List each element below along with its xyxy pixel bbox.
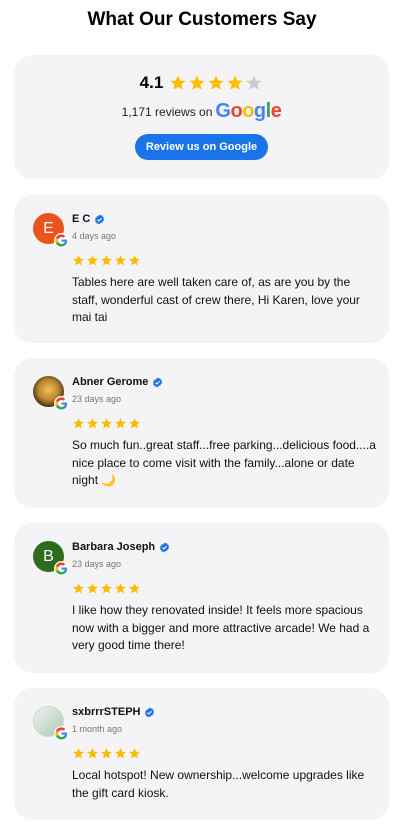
google-g-icon <box>54 561 69 576</box>
verified-badge-icon <box>95 213 105 225</box>
star-icon <box>73 255 84 266</box>
google-logo-letter: G <box>215 100 231 122</box>
review-count-row: 1,171 reviews on Google <box>14 100 389 123</box>
review-stars <box>72 417 141 430</box>
star-icon <box>115 583 126 594</box>
star-icon <box>115 255 126 266</box>
star-icon <box>129 583 140 594</box>
star-icon <box>246 75 262 90</box>
avatar <box>33 376 69 411</box>
reviewer-name: Abner Gerome <box>72 376 149 388</box>
star-icon <box>87 255 98 266</box>
star-icon <box>73 748 84 759</box>
reviewer-name-row: Barbara Joseph <box>72 541 170 553</box>
star-icon <box>170 75 186 90</box>
reviewer-name: sxbrrrSTEPH <box>72 706 141 718</box>
google-g-icon <box>54 233 69 248</box>
star-icon <box>73 418 84 429</box>
reviews-widget: What Our Customers Say 4.1 1,171 reviews… <box>0 0 404 827</box>
review-card: B Barbara Joseph 23 days ago I like how the… <box>14 523 389 673</box>
reviewer-name: E C <box>72 213 91 225</box>
verified-badge-icon <box>145 706 155 718</box>
rating-summary-card: 4.1 1,171 reviews on Google Review us on… <box>14 55 389 179</box>
review-date: 1 month ago <box>72 724 123 734</box>
star-icon <box>101 255 112 266</box>
google-logo-letter: g <box>253 100 266 122</box>
review-stars <box>72 582 141 595</box>
star-icon <box>129 748 140 759</box>
verified-badge-icon <box>153 376 163 388</box>
star-icon <box>87 583 98 594</box>
google-logo-letter: o <box>230 100 243 122</box>
star-icon <box>101 418 112 429</box>
star-icon <box>189 75 205 90</box>
review-card: sxbrrrSTEPH 1 month ago Local hotspot! New… <box>14 688 389 820</box>
star-icon <box>115 418 126 429</box>
review-text: So much fun..great staff...free parking.… <box>72 438 376 487</box>
google-logo-letter: o <box>242 100 254 122</box>
review-text: Local hotspot! New ownership...welcome u… <box>72 768 365 800</box>
star-icon <box>87 748 98 759</box>
avatar: B <box>33 541 69 576</box>
review-date: 4 days ago <box>72 231 117 241</box>
google-g-icon <box>54 726 69 741</box>
star-icon <box>101 583 112 594</box>
star-icon <box>73 583 84 594</box>
average-rating: 4.1 <box>139 73 164 92</box>
star-icon <box>129 418 140 429</box>
review-stars <box>72 747 141 760</box>
avatar: E <box>33 213 69 248</box>
verified-badge-icon <box>160 541 170 553</box>
page-title: What Our Customers Say <box>87 9 317 30</box>
reviewer-name-row: E C <box>72 213 105 225</box>
star-icon <box>208 75 224 90</box>
avatar <box>33 706 69 741</box>
review-text: Tables here are well taken care of, as a… <box>72 275 360 324</box>
star-icon <box>129 255 140 266</box>
reviewer-name: Barbara Joseph <box>72 541 156 553</box>
rating-row: 4.1 <box>14 73 389 93</box>
google-g-icon <box>54 396 69 411</box>
review-text: I like how they renovated inside! It fee… <box>72 603 370 652</box>
star-icon <box>115 748 126 759</box>
star-icon <box>101 748 112 759</box>
review-stars <box>72 254 141 267</box>
review-count: 1,171 reviews on <box>121 104 213 119</box>
review-date: 23 days ago <box>72 559 122 569</box>
reviewer-name-row: Abner Gerome <box>72 376 163 388</box>
google-logo: Google <box>215 100 281 123</box>
review-date: 23 days ago <box>72 394 122 404</box>
average-rating-stars <box>169 74 263 92</box>
google-logo-letter: e <box>270 100 282 122</box>
review-card: Abner Gerome 23 days ago So much fun..grea… <box>14 358 389 508</box>
star-icon <box>227 75 243 90</box>
star-icon <box>87 418 98 429</box>
reviewer-name-row: sxbrrrSTEPH <box>72 706 155 718</box>
review-us-button[interactable]: Review us on Google <box>135 134 268 160</box>
review-card: EE C 4 days ago Tables here are well taken… <box>14 195 389 343</box>
